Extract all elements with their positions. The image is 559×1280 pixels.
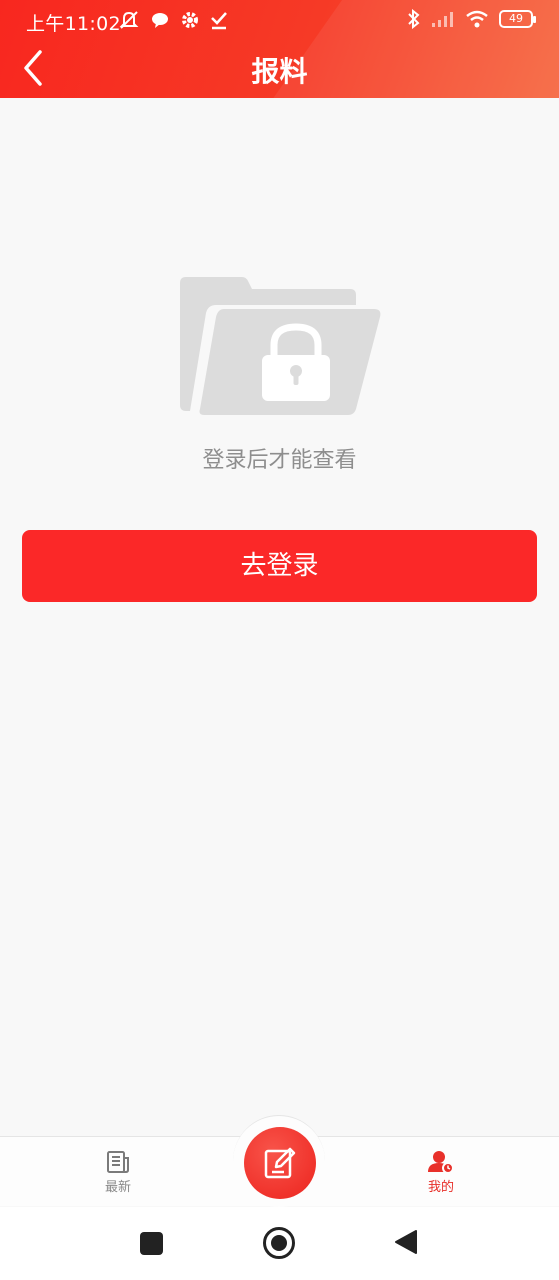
mute-icon (119, 11, 139, 29)
user-icon (428, 1151, 454, 1174)
recent-apps-button[interactable] (140, 1232, 163, 1255)
tab-latest-label: 最新 (104, 1180, 131, 1195)
tab-mine[interactable]: 我的 (411, 1150, 471, 1195)
empty-state-message: 登录后才能查看 (202, 448, 357, 473)
screen: 上午11:02 49 报料 登录后才能查看 去登录 最新 我的 (0, 0, 559, 1280)
system-nav-bar (0, 1207, 559, 1280)
header: 上午11:02 49 报料 (0, 0, 559, 98)
system-back-button[interactable] (394, 1229, 418, 1255)
download-check-icon (211, 12, 227, 30)
tab-latest[interactable]: 最新 (88, 1150, 148, 1195)
tab-mine-label: 我的 (427, 1180, 454, 1195)
locked-folder-icon (180, 277, 381, 415)
status-bar: 上午11:02 49 (0, 0, 559, 42)
status-icons-left (118, 10, 228, 30)
signal-icon (432, 12, 453, 27)
status-icons-right: 49 (407, 9, 536, 29)
gear-icon (182, 12, 198, 28)
battery-indicator: 49 (499, 10, 536, 28)
chat-icon (152, 13, 168, 28)
wifi-icon (466, 10, 488, 28)
bluetooth-icon (408, 9, 420, 29)
status-time: 上午11:02 (26, 13, 121, 35)
create-report-button[interactable] (244, 1127, 316, 1199)
login-button[interactable]: 去登录 (22, 530, 537, 602)
edit-icon (264, 1147, 296, 1179)
page-title: 报料 (251, 55, 308, 88)
newspaper-icon (107, 1151, 129, 1173)
home-button[interactable] (263, 1227, 295, 1259)
